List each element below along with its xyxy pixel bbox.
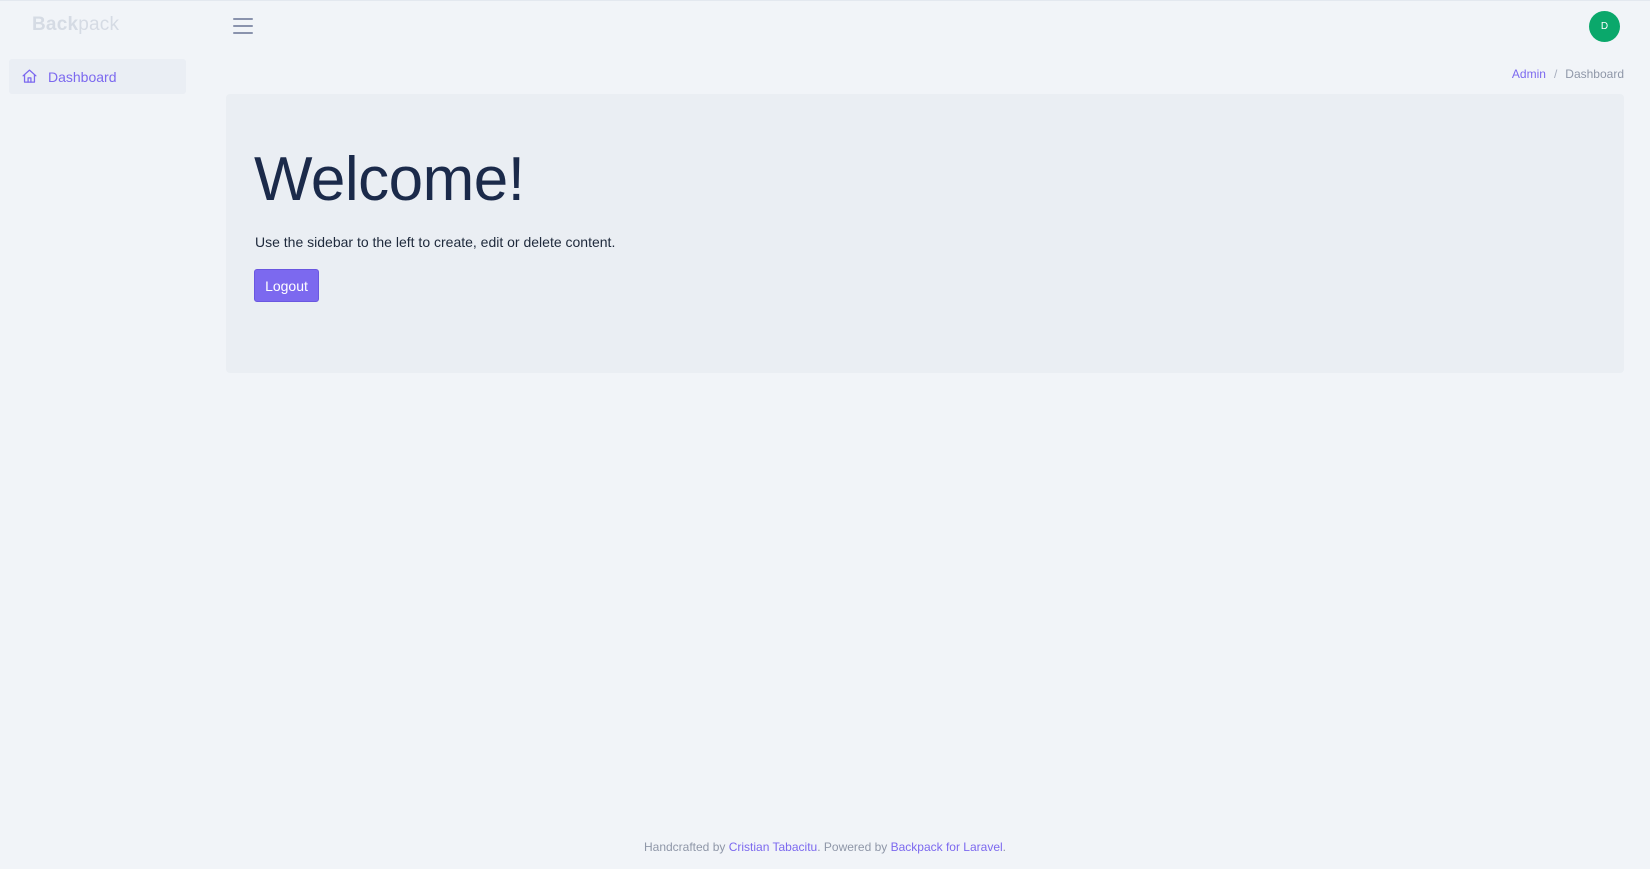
welcome-subtitle: Use the sidebar to the left to create, e… xyxy=(255,234,616,250)
user-avatar[interactable]: D xyxy=(1589,11,1620,42)
sidebar-item-dashboard[interactable]: Dashboard xyxy=(9,59,186,94)
breadcrumb-current: Dashboard xyxy=(1565,67,1624,81)
footer-suffix: . xyxy=(1002,840,1007,854)
breadcrumb: Admin / Dashboard xyxy=(1512,67,1624,81)
user-avatar-initial: D xyxy=(1600,21,1609,32)
breadcrumb-admin-link[interactable]: Admin xyxy=(1512,67,1546,81)
sidebar-toggle-menu-icon[interactable] xyxy=(233,18,253,35)
breadcrumb-separator: / xyxy=(1553,67,1558,81)
brand-logo-light: pack xyxy=(78,14,120,35)
top-navbar: Backpack D xyxy=(0,0,1650,52)
footer-product-link[interactable]: Backpack for Laravel xyxy=(891,840,1003,854)
footer-middle: . Powered by xyxy=(817,840,888,854)
logout-button[interactable]: Logout xyxy=(254,269,319,302)
sidebar-item-label: Dashboard xyxy=(48,68,117,85)
home-icon xyxy=(21,68,38,85)
welcome-panel: Welcome! Use the sidebar to the left to … xyxy=(226,94,1624,373)
footer: Handcrafted by Cristian Tabacitu. Powere… xyxy=(0,840,1650,854)
footer-author-link[interactable]: Cristian Tabacitu xyxy=(729,840,818,854)
brand-logo-bold: Back xyxy=(32,14,79,35)
brand-logo[interactable]: Backpack xyxy=(32,14,119,36)
footer-prefix: Handcrafted by xyxy=(643,840,726,854)
page-title: Welcome! xyxy=(254,145,525,214)
